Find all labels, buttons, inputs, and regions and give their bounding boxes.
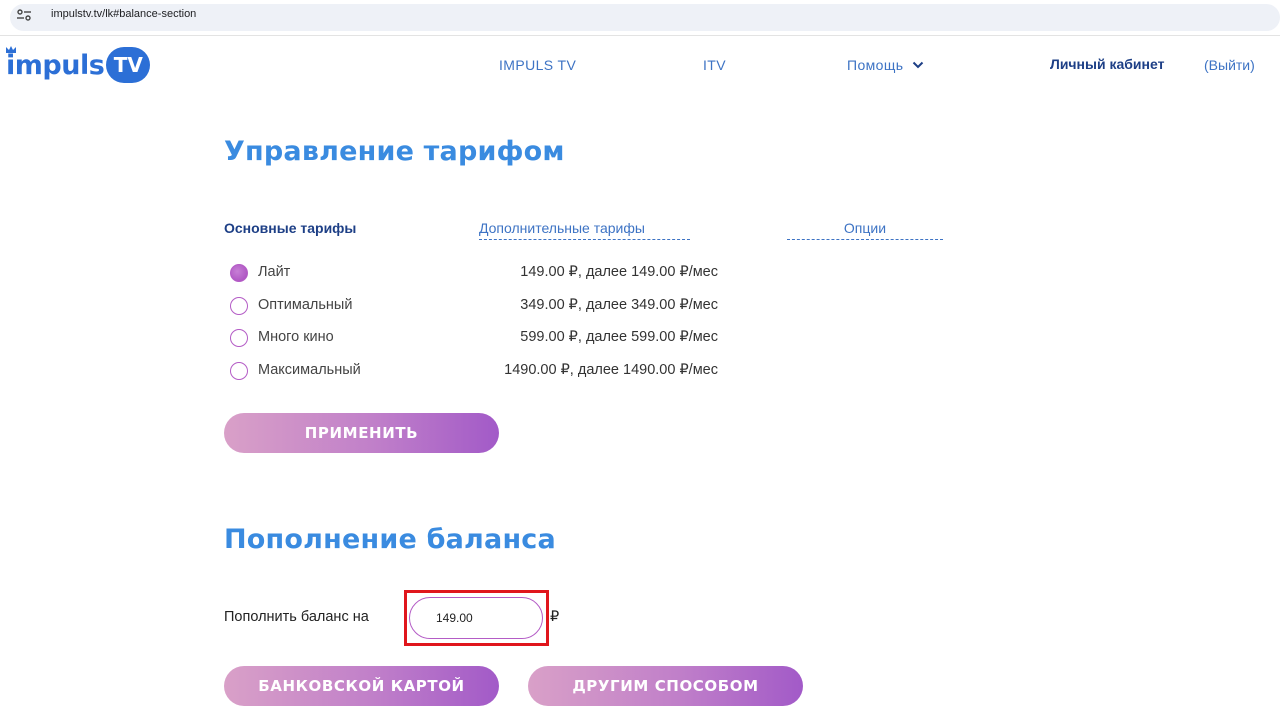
balance-amount-input[interactable] [409, 597, 543, 639]
tariff-name: Максимальный [258, 362, 361, 378]
apply-button[interactable]: ПРИМЕНИТЬ [224, 413, 499, 453]
balance-label: Пополнить баланс на [224, 609, 369, 625]
tariff-row-lite[interactable]: Лайт 149.00 ₽, далее 149.00 ₽/мес [230, 262, 720, 284]
tariff-row-maximal[interactable]: Максимальный 1490.00 ₽, далее 1490.00 ₽/… [230, 360, 720, 382]
url-text[interactable]: impulstv.tv/lk#balance-section [51, 8, 196, 20]
logout-link[interactable]: (Выйти) [1204, 57, 1255, 73]
tariff-name: Оптимальный [258, 297, 353, 313]
tab-options[interactable]: Опции [787, 220, 943, 240]
browser-address-bar: impulstv.tv/lk#balance-section [0, 0, 1280, 36]
chevron-down-icon [913, 61, 924, 69]
nav-impuls-tv[interactable]: IMPULS TV [499, 57, 576, 73]
tariff-row-optimal[interactable]: Оптимальный 349.00 ₽, далее 349.00 ₽/мес [230, 295, 720, 317]
pay-by-card-button[interactable]: БАНКОВСКОЙ КАРТОЙ [224, 666, 499, 706]
tariff-price: 149.00 ₽, далее 149.00 ₽/мес [520, 264, 718, 280]
site-logo[interactable]: impuls TV [6, 45, 151, 85]
nav-help-dropdown[interactable]: Помощь [847, 57, 924, 73]
tariff-price: 1490.00 ₽, далее 1490.00 ₽/мес [504, 362, 718, 378]
site-settings-icon[interactable] [16, 9, 32, 21]
nav-help-label: Помощь [847, 57, 904, 73]
tariff-name: Лайт [258, 264, 291, 280]
tariff-name: Много кино [258, 329, 334, 345]
tab-additional-tariffs[interactable]: Дополнительные тарифы [479, 220, 690, 240]
tariff-price: 599.00 ₽, далее 599.00 ₽/мес [520, 329, 718, 345]
nav-itv[interactable]: ITV [703, 57, 726, 73]
logo-text: impuls [6, 49, 105, 81]
tab-main-tariffs[interactable]: Основные тарифы [224, 220, 356, 236]
radio-maximal[interactable] [230, 362, 248, 380]
tariff-section-title: Управление тарифом [224, 136, 565, 167]
radio-lite[interactable] [230, 264, 248, 282]
pay-other-method-button[interactable]: ДРУГИМ СПОСОБОМ [528, 666, 803, 706]
nav-personal-cabinet[interactable]: Личный кабинет [1050, 56, 1164, 72]
url-field[interactable] [10, 4, 1280, 31]
radio-optimal[interactable] [230, 297, 248, 315]
balance-section-title: Пополнение баланса [224, 524, 556, 555]
tariff-price: 349.00 ₽, далее 349.00 ₽/мес [520, 297, 718, 313]
logo-badge: TV [106, 47, 151, 83]
radio-movies[interactable] [230, 329, 248, 347]
currency-symbol: ₽ [550, 609, 560, 625]
tariff-row-movies[interactable]: Много кино 599.00 ₽, далее 599.00 ₽/мес [230, 327, 720, 349]
